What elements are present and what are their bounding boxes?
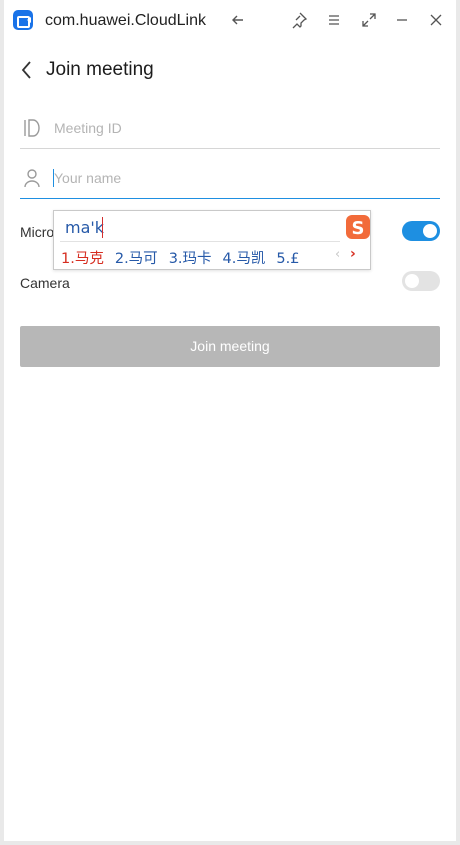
pin-icon[interactable] [289, 10, 309, 30]
ime-divider [60, 241, 340, 242]
title-bar: com.huawei.CloudLink [4, 0, 456, 40]
ime-candidate-window: ma'k S 1.马克 2.马可 3.玛卡 4.马凯 5.£ ‹ › [53, 210, 371, 270]
back-button[interactable] [18, 58, 38, 82]
ime-candidate[interactable]: 5.£ [276, 251, 299, 267]
meeting-id-placeholder: Meeting ID [54, 120, 122, 136]
microphone-toggle[interactable] [402, 221, 440, 241]
toggle-knob [423, 224, 437, 238]
camera-toggle[interactable] [402, 271, 440, 291]
ime-candidate-list: 1.马克 2.马可 3.玛卡 4.马凯 5.£ [61, 247, 310, 268]
menu-icon[interactable] [324, 10, 344, 30]
ime-candidate[interactable]: 3.玛卡 [169, 251, 212, 267]
ime-candidate[interactable]: 4.马凯 [223, 251, 266, 267]
back-arrow-icon[interactable] [228, 10, 248, 30]
name-placeholder: Your name [54, 170, 122, 186]
ime-prev-page-icon[interactable]: ‹ [335, 247, 340, 262]
ime-composition: ma'k [65, 218, 105, 237]
minimize-icon[interactable] [392, 10, 412, 30]
camera-label: Camera [20, 275, 70, 291]
sogou-logo-icon: S [345, 214, 371, 240]
close-icon[interactable] [426, 10, 446, 30]
meeting-id-field[interactable]: Meeting ID [20, 101, 440, 149]
page-title: Join meeting [46, 59, 154, 80]
window-title: com.huawei.CloudLink [45, 12, 206, 29]
ime-logo-letter: S [352, 218, 365, 239]
join-meeting-button[interactable]: Join meeting [20, 326, 440, 367]
user-icon [22, 167, 42, 189]
microphone-label: Micro [20, 224, 55, 240]
expand-icon[interactable] [359, 10, 379, 30]
ime-next-page-icon[interactable]: › [350, 246, 356, 262]
id-icon [22, 117, 42, 139]
ime-candidate[interactable]: 1.马克 [61, 251, 104, 267]
toggle-knob [405, 274, 419, 288]
ime-caret [102, 217, 103, 238]
name-field[interactable]: Your name [20, 151, 440, 199]
cloudlink-app-icon [13, 10, 33, 30]
ime-candidate[interactable]: 2.马可 [115, 251, 158, 267]
chevron-left-icon [21, 61, 31, 79]
app-window: com.huawei.CloudLink Join meeting Meetin… [4, 0, 456, 841]
